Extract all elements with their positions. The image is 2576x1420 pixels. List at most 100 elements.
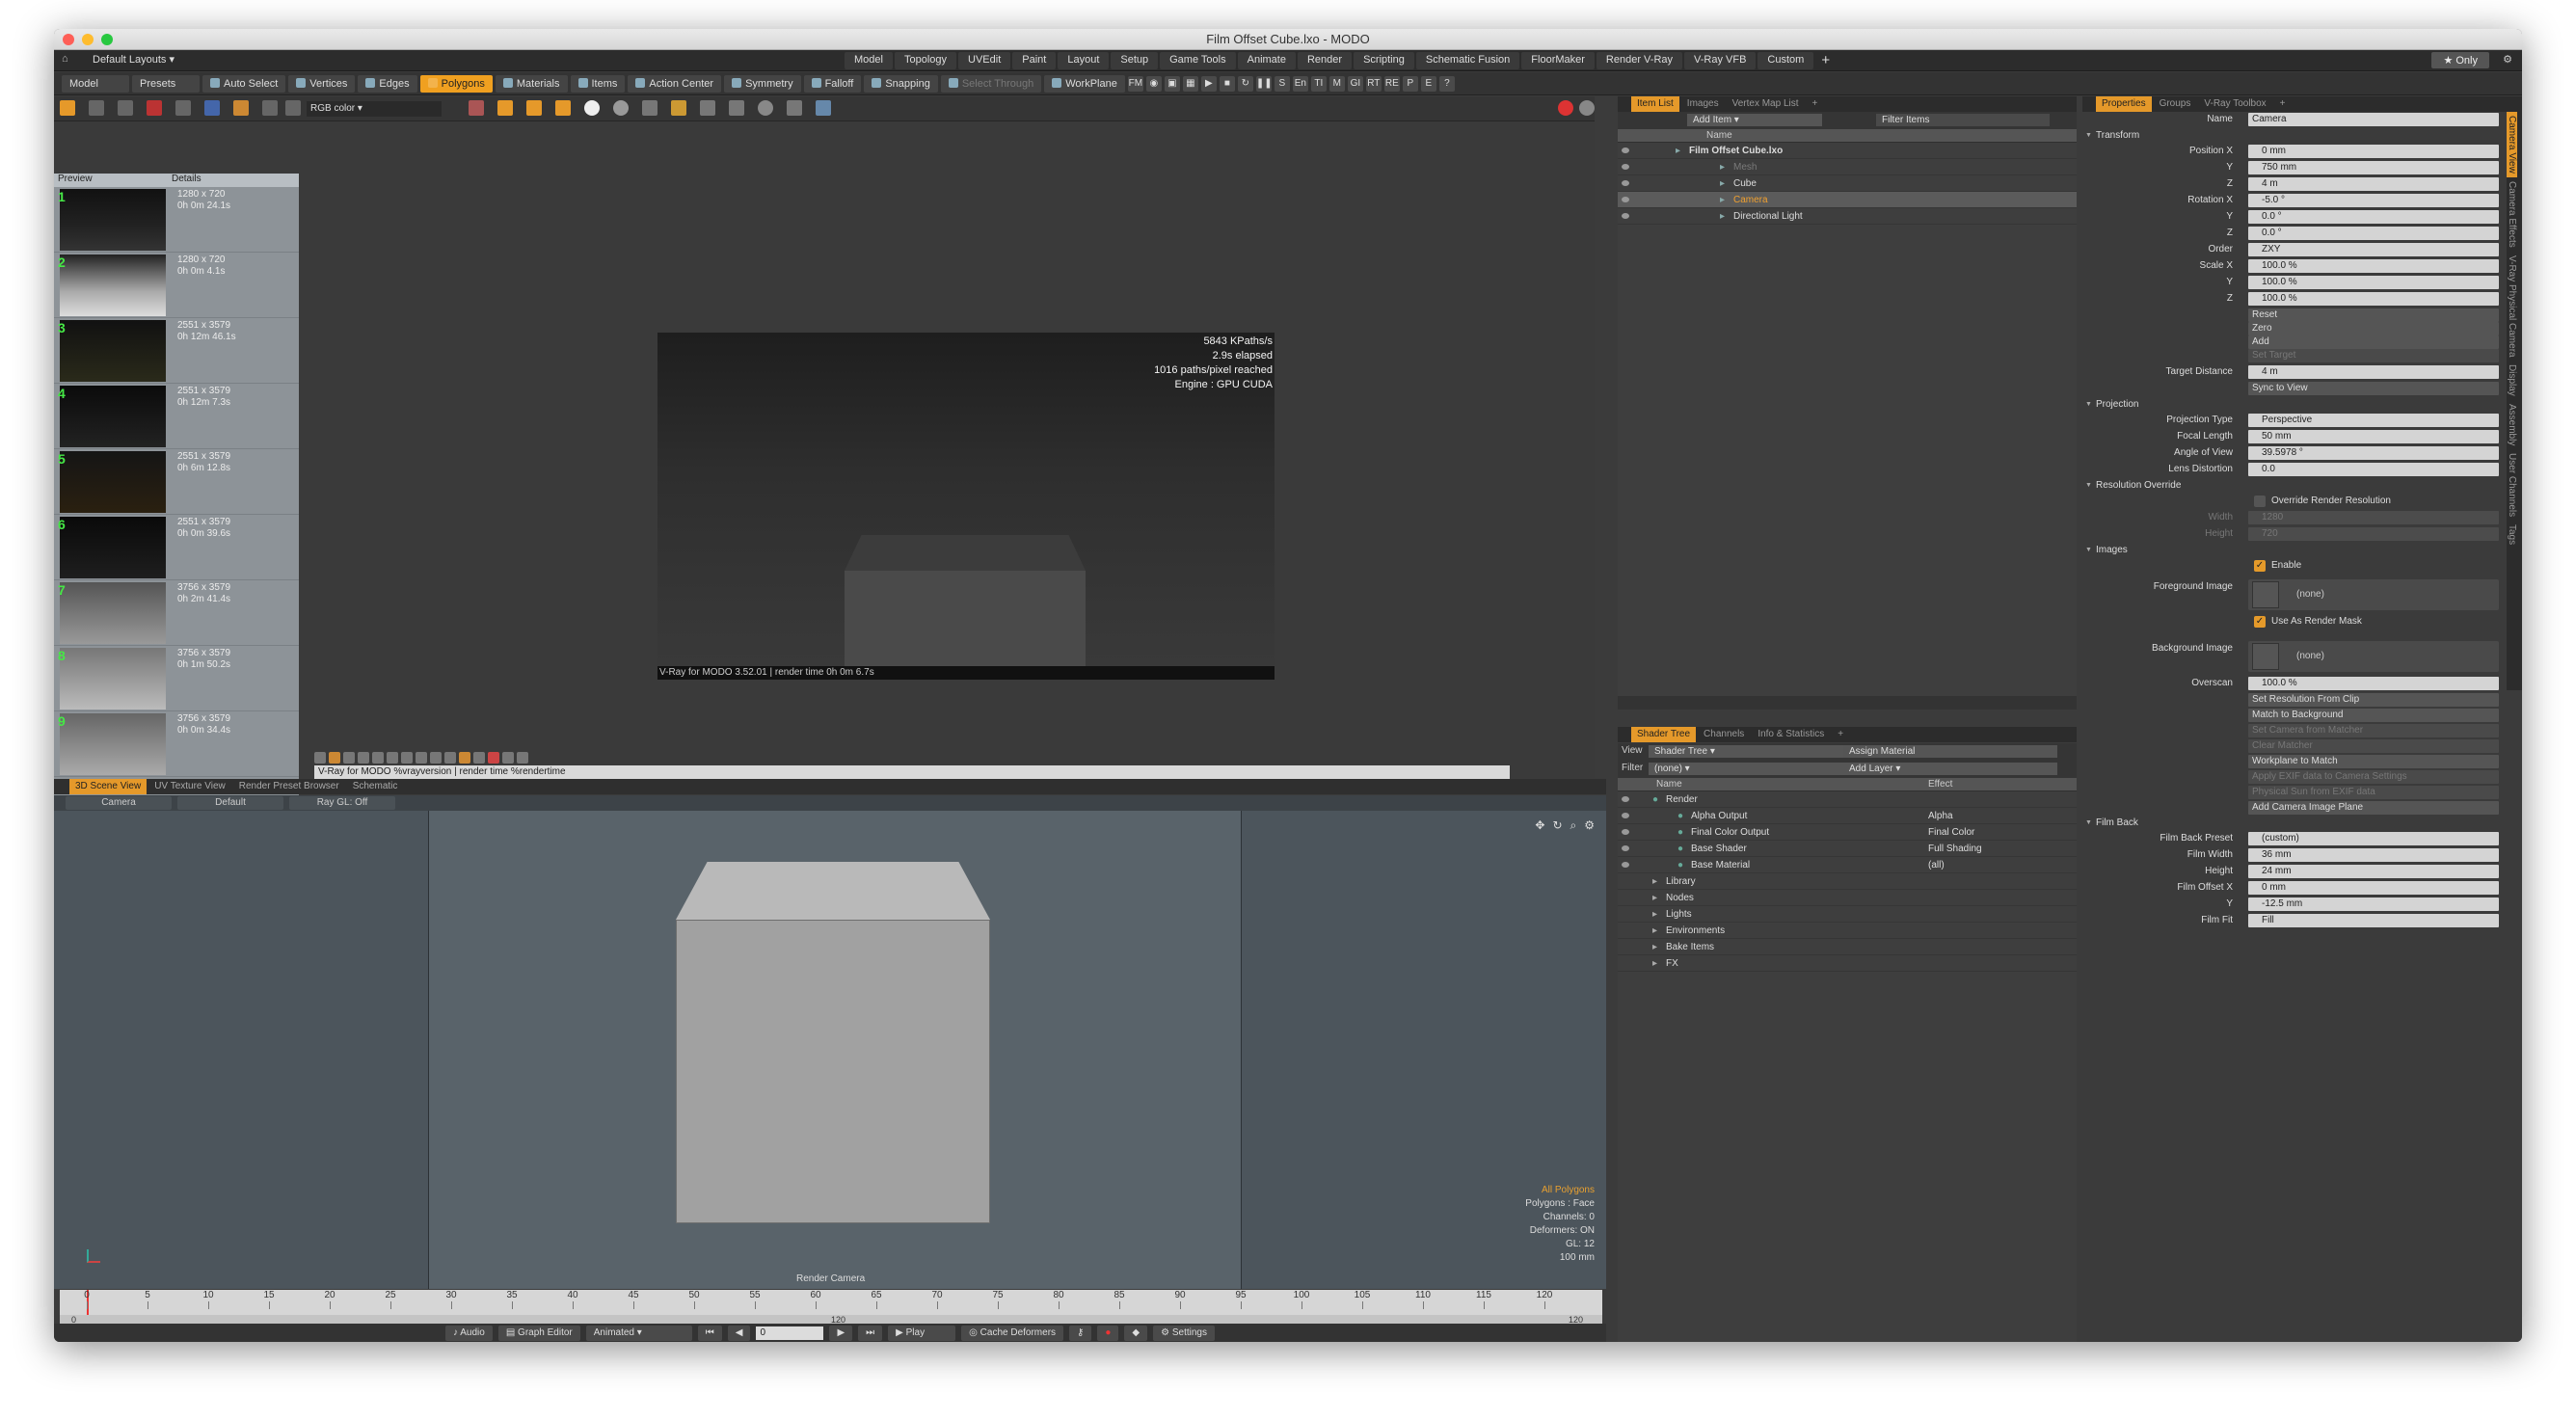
name-field[interactable]: Camera	[2248, 113, 2499, 126]
bottom-tool-icon[interactable]	[473, 752, 485, 764]
shader-layer-effect[interactable]: (all)	[1928, 857, 1945, 873]
red-channel-icon[interactable]	[497, 100, 513, 116]
gray-dot-icon[interactable]	[613, 100, 629, 116]
workplane-button[interactable]: WorkPlane	[1044, 74, 1125, 93]
side-tab-user-channels[interactable]: User Channels	[2507, 449, 2517, 521]
filter-items-input[interactable]: Filter Items	[1876, 114, 2050, 126]
history-row[interactable]: 5 2551 x 3579 0h 6m 12.8s	[54, 449, 299, 515]
transform-add-button[interactable]: Add	[2248, 335, 2499, 349]
stop-icon[interactable]: ■	[1219, 75, 1235, 92]
item-row[interactable]: ▸ Cube	[1618, 175, 2077, 192]
camera-icon[interactable]: ◉	[1145, 75, 1162, 92]
vray-icon[interactable]	[816, 100, 831, 116]
select-through-button[interactable]: Select Through	[940, 74, 1042, 93]
bottom-tool-icon[interactable]	[387, 752, 398, 764]
add-item-dropdown[interactable]: Add Item ▾	[1687, 114, 1822, 126]
stop-render-icon[interactable]	[1558, 100, 1573, 116]
model-button[interactable]: Model	[62, 74, 129, 93]
move-icon[interactable]	[787, 100, 802, 116]
visibility-eye-icon[interactable]	[1622, 147, 1629, 153]
side-tab-camera-view[interactable]: Camera View	[2507, 112, 2517, 177]
toolbar-extra-ti[interactable]: TI	[1310, 75, 1327, 92]
filmback-field[interactable]: 24 mm	[2248, 865, 2499, 878]
shader-row[interactable]: ▸ Nodes	[1618, 890, 2077, 906]
clear-matcher-button[interactable]: Clear Matcher	[2248, 739, 2499, 753]
timeline[interactable]: 0 5 10 15 20 25 30 35 40 45 50 55 60 65 70 75 80 85 90 95 10…	[60, 1290, 1602, 1315]
pause-icon[interactable]: ❚❚	[1255, 75, 1273, 92]
transform-reset-button[interactable]: Reset	[2248, 308, 2499, 322]
history-row[interactable]: 2 1280 x 720 0h 0m 4.1s	[54, 253, 299, 318]
target-distance-field[interactable]: 4 m	[2248, 365, 2499, 379]
bottom-tool-icon[interactable]	[416, 752, 427, 764]
green-channel-icon[interactable]	[526, 100, 542, 116]
toolbar-extra-p[interactable]: P	[1402, 75, 1418, 92]
transform-field[interactable]: 4 m	[2248, 177, 2499, 191]
physical-sun-from-exif-data-button[interactable]: Physical Sun from EXIF data	[2248, 786, 2499, 799]
first-frame-button[interactable]: ⏮	[697, 1325, 722, 1341]
transform-zero-button[interactable]: Zero	[2248, 322, 2499, 335]
history-icon[interactable]	[60, 100, 75, 116]
save-all-icon[interactable]	[118, 100, 133, 116]
toolbar-extra-en[interactable]: En	[1292, 75, 1308, 92]
render-output[interactable]: 5843 KPaths/s 2.9s elapsed 1016 paths/pi…	[657, 333, 1275, 680]
next-key-button[interactable]: ▶	[829, 1325, 853, 1341]
layout-tab-v-ray-vfb[interactable]: V-Ray VFB	[1684, 52, 1757, 69]
bottom-tool-icon[interactable]	[358, 752, 369, 764]
materials-button[interactable]: Materials	[495, 74, 568, 93]
cache-deformers-button[interactable]: ◎ Cache Deformers	[961, 1325, 1064, 1341]
set-resolution-from-clip-button[interactable]: Set Resolution From Clip	[2248, 693, 2499, 707]
tab-add[interactable]: +	[1807, 96, 1824, 112]
maximize-window-button[interactable]	[101, 34, 113, 45]
last-frame-button[interactable]: ⏭	[858, 1325, 883, 1341]
heart-icon[interactable]	[469, 100, 484, 116]
transform-field[interactable]: 0.0 °	[2248, 210, 2499, 224]
visibility-eye-icon[interactable]	[1622, 180, 1629, 186]
layout-tab-schematic-fusion[interactable]: Schematic Fusion	[1415, 52, 1520, 69]
prev-key-button[interactable]: ◀	[727, 1325, 751, 1341]
section-transform[interactable]: Transform	[2082, 128, 2522, 144]
tab-3d-scene-view[interactable]: 3D Scene View	[69, 779, 148, 794]
symmetry-button[interactable]: Symmetry	[724, 74, 801, 93]
list-icon[interactable]	[285, 100, 301, 116]
section-projection[interactable]: Projection	[2082, 397, 2522, 413]
shader-layer-effect[interactable]: Alpha	[1928, 808, 1953, 824]
visibility-eye-icon[interactable]	[1622, 829, 1629, 835]
view-dropdown[interactable]: Shader Tree ▾	[1649, 745, 1861, 758]
text-icon[interactable]	[204, 100, 220, 116]
folder-icon[interactable]	[671, 100, 686, 116]
sync-to-view-button[interactable]: Sync to View	[2248, 382, 2499, 395]
render-icon[interactable]: ▣	[1164, 75, 1180, 92]
layout-tab-topology[interactable]: Topology	[894, 52, 957, 69]
layout-tab-uvedit[interactable]: UVEdit	[958, 52, 1011, 69]
foreground-image-field[interactable]	[2248, 579, 2499, 610]
history-row[interactable]: 6 2551 x 3579 0h 0m 39.6s	[54, 515, 299, 580]
tab-channels[interactable]: Channels	[1698, 727, 1750, 742]
bottom-tool-icon[interactable]	[430, 752, 442, 764]
sphere-icon[interactable]	[758, 100, 773, 116]
tab-schematic[interactable]: Schematic	[347, 779, 404, 794]
filmback-field[interactable]: 0 mm	[2248, 881, 2499, 895]
bottom-tool-icon[interactable]	[488, 752, 499, 764]
shader-row[interactable]: ▸ Lights	[1618, 906, 2077, 923]
foreground-image-well[interactable]	[2252, 581, 2279, 608]
region-icon[interactable]	[175, 100, 191, 116]
projection-field[interactable]: 50 mm	[2248, 430, 2499, 443]
settings-button[interactable]: ⚙ Settings	[1153, 1325, 1215, 1341]
shader-row[interactable]: ● Base Shader Full Shading	[1618, 841, 2077, 857]
layout-tab-floormaker[interactable]: FloorMaker	[1521, 52, 1595, 69]
tab-uv-texture-view[interactable]: UV Texture View	[148, 779, 231, 794]
match-to-background-button[interactable]: Match to Background	[2248, 709, 2499, 722]
item-row[interactable]: ▸ Directional Light	[1618, 208, 2077, 225]
animated-dropdown[interactable]: Animated ▾	[585, 1325, 692, 1341]
background-image-field[interactable]	[2248, 641, 2499, 672]
white-dot-icon[interactable]	[584, 100, 600, 116]
visibility-eye-icon[interactable]	[1622, 164, 1629, 170]
projection-field[interactable]: Perspective	[2248, 414, 2499, 427]
layout-tab-game-tools[interactable]: Game Tools	[1160, 52, 1236, 69]
transform-field[interactable]: 750 mm	[2248, 161, 2499, 174]
apply-exif-data-to-camera-settings-button[interactable]: Apply EXIF data to Camera Settings	[2248, 770, 2499, 784]
default-layouts-dropdown[interactable]: Default Layouts ▾	[93, 53, 174, 66]
refresh-icon[interactable]: ↻	[1237, 75, 1253, 92]
filmback-field[interactable]: Fill	[2248, 914, 2499, 927]
tab-vertex-map-list[interactable]: Vertex Map List	[1727, 96, 1805, 112]
